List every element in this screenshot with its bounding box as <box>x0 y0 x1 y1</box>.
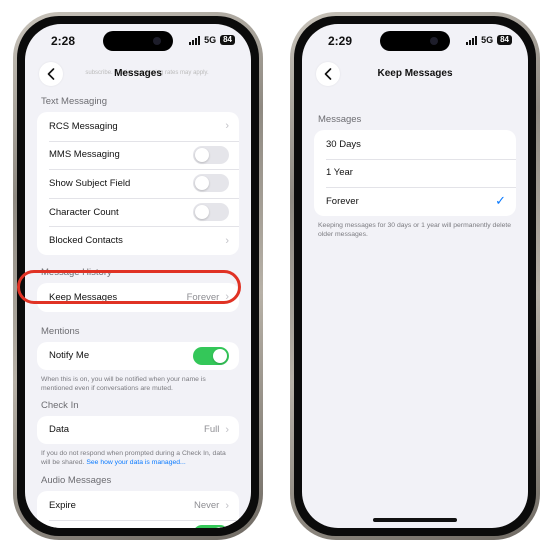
option-forever[interactable]: Forever ✓ <box>314 187 516 216</box>
check-in-footnote: If you do not respond when prompted duri… <box>37 444 239 467</box>
options-group: 30 Days 1 Year Forever ✓ <box>314 130 516 216</box>
dynamic-island <box>103 31 173 51</box>
option-label: Forever <box>326 195 359 207</box>
partial-toggle[interactable] <box>193 525 229 528</box>
row-label: Data <box>49 424 70 436</box>
chevron-right-icon: › <box>225 120 229 133</box>
settings-list: Text Messaging RCS Messaging › MMS Messa… <box>37 92 239 528</box>
keep-messages-options: Messages 30 Days 1 Year Forever ✓ Keepin… <box>314 104 516 239</box>
status-time: 2:28 <box>51 34 76 48</box>
chevron-right-icon: › <box>225 423 229 436</box>
mms-messaging-toggle[interactable] <box>193 145 229 164</box>
page-title: Keep Messages <box>377 68 453 79</box>
option-label: 30 Days <box>326 138 361 150</box>
dynamic-island <box>380 31 450 51</box>
camera-icon <box>153 37 161 45</box>
status-indicators: 5G 84 <box>189 35 235 45</box>
checkmark-icon: ✓ <box>495 193 506 209</box>
row-label: Blocked Contacts <box>49 235 123 247</box>
expire-row[interactable]: Expire Never › <box>37 491 239 520</box>
show-subject-field-toggle[interactable] <box>193 174 229 193</box>
right-phone-frame: 2:29 5G 84 Keep Messages Messages 30 Day… <box>290 12 540 540</box>
signal-icon <box>466 35 478 45</box>
home-indicator[interactable] <box>373 518 457 522</box>
check-in-group: Data Full › <box>37 415 239 445</box>
audio-messages-group: Expire Never › <box>37 491 239 528</box>
data-row[interactable]: Data Full › <box>37 416 239 445</box>
partial-row <box>37 520 239 528</box>
mentions-group: Notify Me <box>37 341 239 371</box>
text-messaging-group: RCS Messaging › MMS Messaging Show Subje… <box>37 112 239 255</box>
data-value: Full <box>204 424 220 436</box>
chevron-right-icon: › <box>225 499 229 512</box>
option-label: 1 Year <box>326 167 353 179</box>
show-subject-field-row: Show Subject Field <box>37 169 239 198</box>
blocked-contacts-row[interactable]: Blocked Contacts › <box>37 226 239 255</box>
signal-icon <box>189 35 201 45</box>
status-time: 2:29 <box>328 34 353 48</box>
row-label: RCS Messaging <box>49 120 118 132</box>
camera-icon <box>430 37 438 45</box>
network-label: 5G <box>481 35 494 45</box>
phone-bezel: 2:29 5G 84 Keep Messages Messages 30 Day… <box>294 16 536 536</box>
expire-value: Never <box>193 500 220 512</box>
section-header-audio-messages: Audio Messages <box>41 475 112 487</box>
highlight-annotation <box>17 270 241 304</box>
notify-me-toggle[interactable] <box>193 346 229 365</box>
section-header-messages: Messages <box>318 114 362 125</box>
nav-bar: Messages <box>25 60 251 88</box>
row-label: Show Subject Field <box>49 177 131 189</box>
battery-icon: 84 <box>220 35 235 45</box>
nav-bar: Keep Messages <box>302 60 528 88</box>
character-count-row: Character Count <box>37 197 239 227</box>
data-managed-link[interactable]: See how your data is managed... <box>86 459 185 466</box>
notify-me-row: Notify Me <box>37 342 239 371</box>
mentions-footnote: When this is on, you will be notified wh… <box>41 376 206 393</box>
mms-messaging-row: MMS Messaging <box>37 140 239 170</box>
row-label: MMS Messaging <box>49 149 120 161</box>
battery-icon: 84 <box>497 35 512 45</box>
page-title: Messages <box>114 68 162 79</box>
row-label: Expire <box>49 500 76 512</box>
option-1-year[interactable]: 1 Year <box>314 158 516 188</box>
network-label: 5G <box>204 35 217 45</box>
rcs-messaging-row[interactable]: RCS Messaging › <box>37 112 239 141</box>
section-header-check-in: Check In <box>41 399 79 411</box>
keep-messages-footnote: Keeping messages for 30 days or 1 year w… <box>318 221 512 238</box>
section-header-text-messaging: Text Messaging <box>41 96 108 107</box>
right-screen: 2:29 5G 84 Keep Messages Messages 30 Day… <box>302 24 528 528</box>
character-count-toggle[interactable] <box>193 203 229 222</box>
option-30-days[interactable]: 30 Days <box>314 130 516 159</box>
chevron-right-icon: › <box>225 234 229 247</box>
row-label: Character Count <box>49 206 119 218</box>
status-indicators: 5G 84 <box>466 35 512 45</box>
row-label: Notify Me <box>49 350 90 362</box>
section-header-mentions: Mentions <box>41 325 80 337</box>
